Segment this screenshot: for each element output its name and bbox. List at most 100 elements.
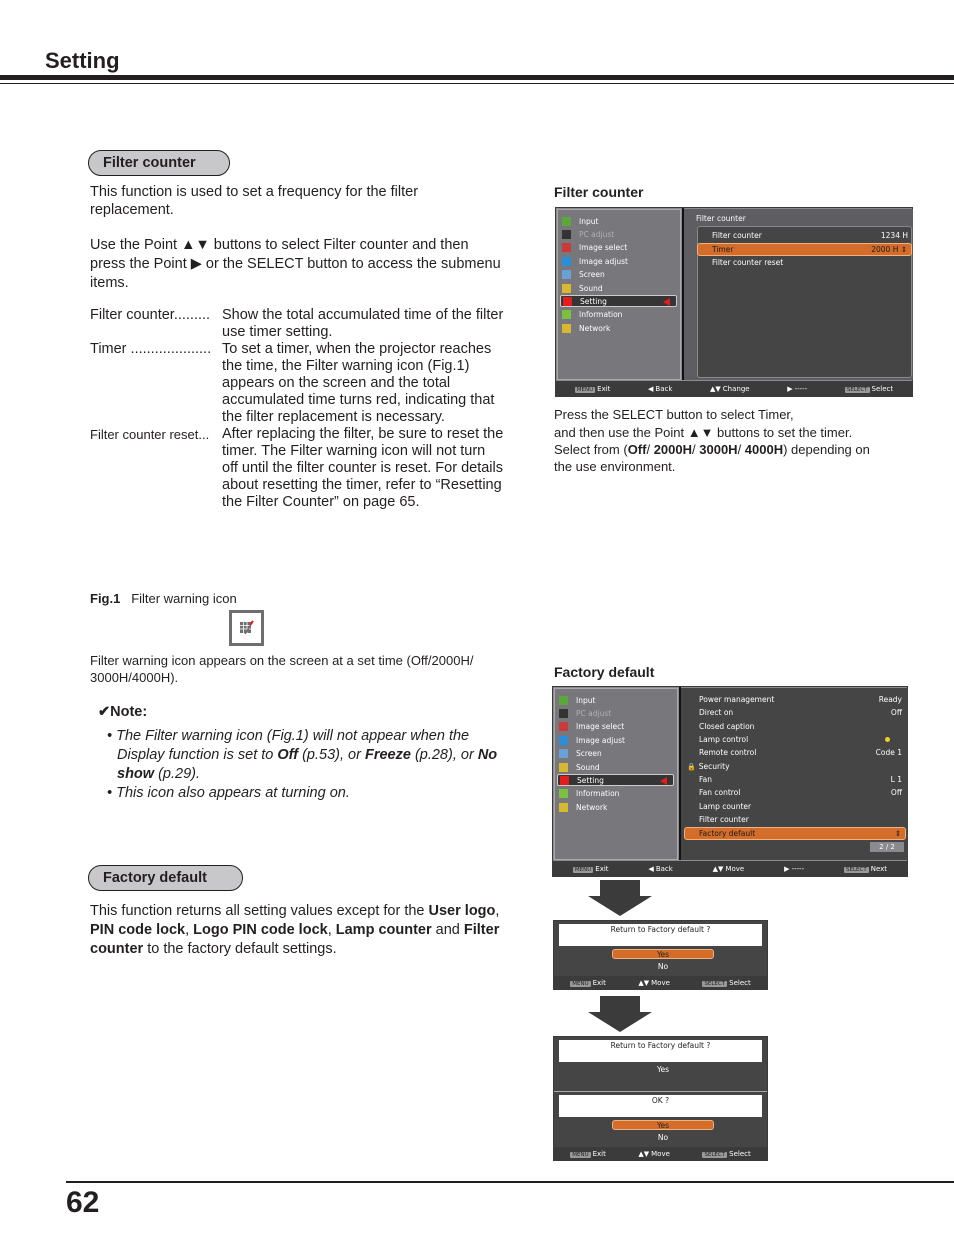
menu-item-screen[interactable]: Screen xyxy=(559,748,602,760)
direction-key-icon: ◀ xyxy=(648,384,654,393)
submenu-row-direct-on[interactable]: Direct on Off xyxy=(684,706,906,719)
definition-term: Filter counter reset... xyxy=(90,427,210,442)
dialog-question: Return to Factory default ? xyxy=(559,924,762,946)
footer-hint-exit: MENU Exit xyxy=(570,1149,606,1158)
lock-icon: 🔒 xyxy=(687,762,696,771)
menu-item-label: Image adjust xyxy=(576,735,625,745)
menu-item-setting[interactable]: Setting xyxy=(560,295,677,308)
menu-item-network[interactable]: Network xyxy=(562,322,610,334)
arrow-down-icon xyxy=(588,996,652,1032)
screen-icon xyxy=(562,270,571,280)
footer-hint-: ▶ ----- xyxy=(787,384,808,393)
submenu-row-filter-counter[interactable]: Filter counter 1234 H xyxy=(697,229,912,242)
submenu-row-label: Fan xyxy=(699,775,712,785)
menu-item-label: PC adjust xyxy=(576,708,612,718)
definition-term: Filter counter......... xyxy=(90,307,211,323)
submenu-row-fan[interactable]: Fan L 1 xyxy=(684,773,906,786)
submenu-row-security[interactable]: 🔒 Security xyxy=(684,760,906,773)
osd-submenu: Power management Ready Direct on Off Closed … xyxy=(681,688,908,860)
submenu-row-value: Code 1 xyxy=(875,748,902,758)
footer-hint-next: SELECT Next xyxy=(843,864,888,873)
pc-adjust-icon xyxy=(562,229,571,239)
dialog-yes-button[interactable]: Yes xyxy=(612,1120,714,1130)
menu-item-label: Screen xyxy=(576,749,602,759)
submenu-row-label: Closed caption xyxy=(699,721,755,731)
menu-item-label: Network xyxy=(579,323,611,333)
submenu-row-value: L 1 xyxy=(890,775,902,785)
header-rule-thin xyxy=(0,83,954,84)
definition-desc: Show the total accumulated time of the f… xyxy=(222,307,504,340)
screen-icon xyxy=(559,749,568,759)
page-indicator: 2 / 2 xyxy=(870,842,904,852)
menu-item-image-select[interactable]: Image select xyxy=(562,242,627,254)
menu-item-input[interactable]: Input xyxy=(559,694,595,706)
submenu-row-label: Power management xyxy=(699,695,775,704)
menu-key-icon: MENU xyxy=(570,980,591,987)
direction-key-icon: ▲▼ xyxy=(712,864,724,873)
menu-item-sound[interactable]: Sound xyxy=(559,761,600,773)
menu-item-setting[interactable]: Setting xyxy=(557,774,674,787)
osd-factory-default-screen: Input PC adjust Image select Image adjust Sc… xyxy=(552,686,908,877)
footer-hint-exit: MENU Exit xyxy=(574,384,611,393)
definition-desc: After replacing the filter, be sure to r… xyxy=(222,426,504,510)
dialog-no-button[interactable]: No xyxy=(612,962,714,972)
submenu-row-filter-counter-reset[interactable]: Filter counter reset xyxy=(697,256,912,269)
submenu-row-lamp-control[interactable]: Lamp control xyxy=(684,733,906,746)
section-heading-factory-default: Factory default xyxy=(88,865,243,891)
network-icon xyxy=(559,802,568,812)
submenu-row-label: Remote control xyxy=(699,748,757,758)
footer-hint-select: SELECT Select xyxy=(844,384,894,393)
menu-item-label: PC adjust xyxy=(579,229,615,239)
menu-item-image-adjust[interactable]: Image adjust xyxy=(562,255,628,267)
submenu-row-timer[interactable]: Timer 2000 H ⇕ xyxy=(697,242,912,256)
submenu-row-closed-caption[interactable]: Closed caption xyxy=(684,720,906,733)
osd-main-menu: Input PC adjust Image select Image adjust Sc… xyxy=(557,209,681,380)
dialog-yes-button[interactable]: Yes xyxy=(612,949,714,959)
menu-item-label: Information xyxy=(579,310,623,320)
input-icon xyxy=(562,216,571,226)
footer-hint-select: SELECT Select xyxy=(702,1149,751,1158)
submenu-row-power-management[interactable]: Power management Ready xyxy=(684,693,906,706)
information-icon xyxy=(559,789,568,799)
filter-warning-icon xyxy=(229,610,264,646)
pc-adjust-icon xyxy=(559,708,568,718)
select-key-icon: SELECT xyxy=(844,386,870,393)
menu-item-image-adjust[interactable]: Image adjust xyxy=(559,734,625,746)
note-item: • The Filter warning icon (Fig.1) will n… xyxy=(107,728,498,782)
menu-item-information[interactable]: Information xyxy=(559,788,619,800)
filter-counter-instruction: Use the Point ▲▼ buttons to select Filte… xyxy=(90,237,501,291)
screen-label-filter-counter: Filter counter xyxy=(554,184,644,200)
note-list: • The Filter warning icon (Fig.1) will n… xyxy=(107,727,507,803)
menu-item-pc-adjust[interactable]: PC adjust xyxy=(562,228,614,240)
definition-filter-counter-reset: Filter counter reset... After replacing … xyxy=(90,426,505,511)
osd-footer: MENU Exit ▲▼ Move SELECT Select xyxy=(554,1147,767,1160)
submenu-row-factory-default[interactable]: Factory default ⇕ xyxy=(684,826,906,840)
submenu-row-remote-control[interactable]: Remote control Code 1 xyxy=(684,746,906,759)
menu-item-network[interactable]: Network xyxy=(559,801,607,813)
submenu-row-label: Fan control xyxy=(699,788,741,798)
menu-item-screen[interactable]: Screen xyxy=(562,269,605,281)
menu-item-pc-adjust[interactable]: PC adjust xyxy=(559,707,611,719)
definition-list: Filter counter......... Show the total a… xyxy=(90,307,505,511)
submenu-row-fan-control[interactable]: Fan control Off xyxy=(684,786,906,799)
dialog-confirm-ok: Return to Factory default ? Yes OK ? Yes… xyxy=(553,1036,768,1161)
submenu-row-filter-counter[interactable]: Filter counter xyxy=(684,813,906,826)
information-icon xyxy=(562,310,571,320)
submenu-row-value: 1234 H xyxy=(880,231,908,240)
network-icon xyxy=(562,323,571,333)
osd-main-menu: Input PC adjust Image select Image adjust Sc… xyxy=(554,688,678,860)
menu-key-icon: MENU xyxy=(574,386,596,393)
header-rule xyxy=(0,75,954,80)
submenu-row-lamp-counter[interactable]: Lamp counter xyxy=(684,800,906,813)
osd-filter-counter-screen: Input PC adjust Image select Image adjust Sc… xyxy=(555,207,913,397)
menu-item-image-select[interactable]: Image select xyxy=(559,721,624,733)
osd-footer: MENU Exit ◀ Back ▲▼ Move ▶ ----- SELECT Next xyxy=(553,861,907,876)
menu-item-information[interactable]: Information xyxy=(562,309,622,321)
note-item: • This icon also appears at turning on. xyxy=(107,785,350,801)
menu-item-input[interactable]: Input xyxy=(562,215,598,227)
fig-description: Filter warning icon appears on the scree… xyxy=(90,653,474,685)
menu-item-sound[interactable]: Sound xyxy=(562,282,603,294)
dialog-no-button[interactable]: No xyxy=(612,1133,714,1143)
footer-hint-exit: MENU Exit xyxy=(572,864,609,873)
direction-key-icon: ▶ xyxy=(784,864,790,873)
